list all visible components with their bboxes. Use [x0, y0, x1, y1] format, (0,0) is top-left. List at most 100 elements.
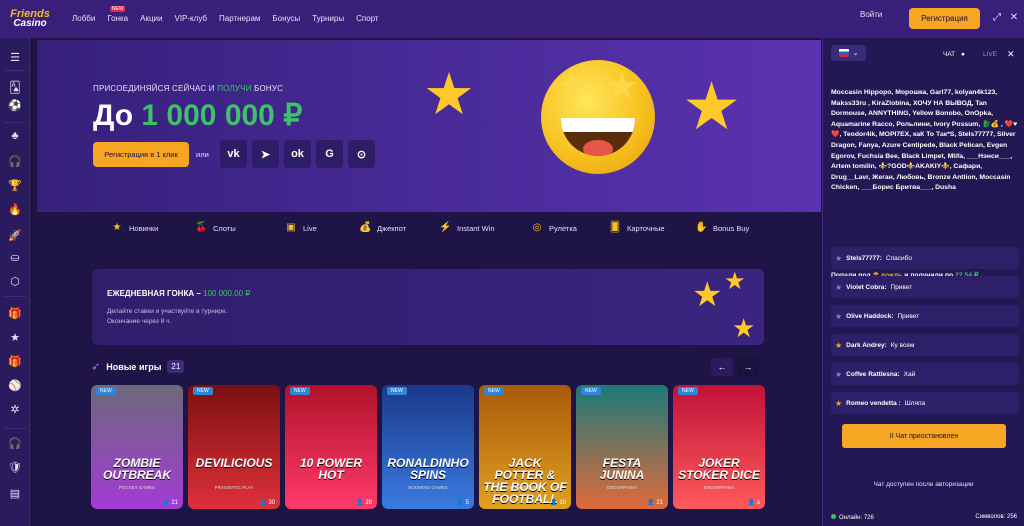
- new-games-header: ➶ Новые игры 21: [91, 360, 185, 373]
- login-button[interactable]: Войти: [860, 10, 882, 19]
- game-card[interactable]: NEW JOKER STOKER DICE ENDORPHINA 👤 5: [673, 385, 765, 509]
- telegram-icon[interactable]: ➤: [252, 140, 279, 168]
- game-card[interactable]: NEW FESTA JUNINA ENDORPHINA 👤 21: [576, 385, 668, 509]
- chat-username[interactable]: Olive Haddock:: [846, 313, 893, 320]
- star-decoration-icon: ★: [732, 313, 756, 343]
- nav-item[interactable]: Спорт: [350, 0, 385, 38]
- player-count: 👤 5: [456, 500, 469, 506]
- tab-chat[interactable]: ЧАТ: [943, 51, 955, 58]
- category-label: Новинки: [129, 223, 159, 233]
- game-card[interactable]: NEW JACK POTTER & THE BOOK OF FOOTBALL WIP…: [479, 385, 571, 509]
- star-icon[interactable]: ★: [7, 330, 23, 346]
- game-card[interactable]: NEW 10 POWER HOT 👤 28: [285, 385, 377, 509]
- soccer-icon[interactable]: ⚽: [7, 98, 23, 114]
- game-title: 10 POWER HOT: [299, 456, 362, 482]
- sport-icon[interactable]: ⚾: [7, 378, 23, 394]
- nav-item[interactable]: Лобби: [66, 0, 101, 38]
- support-icon[interactable]: 🎧: [7, 436, 23, 452]
- new-badge: NEW: [193, 387, 213, 395]
- hex-icon[interactable]: ⬡: [7, 274, 23, 290]
- menu-icon[interactable]: ☰: [7, 50, 23, 66]
- language-selector[interactable]: ⌄: [831, 45, 866, 61]
- cherry-icon: 🍒: [195, 222, 208, 233]
- rank-star-icon: ★: [835, 369, 843, 379]
- tab-live[interactable]: LIVE: [983, 51, 997, 58]
- chat-username[interactable]: Stels77777:: [846, 255, 882, 262]
- left-sidebar: ☰ 🂡 ⚽ ♣ 🎧 🏆 🔥 🚀 ⛀ ⬡ 🎁 ★ 🎁 ⚾ ✲ 🎧 🛡 ▤: [0, 38, 30, 526]
- register-button[interactable]: Регистрация: [909, 8, 980, 29]
- nav-item[interactable]: Акции: [134, 0, 168, 38]
- nav-item[interactable]: Турниры: [306, 0, 350, 38]
- chat-paused-button[interactable]: II Чат приостановлен: [842, 424, 1006, 448]
- prev-arrow-button[interactable]: ←: [711, 358, 733, 376]
- expand-icon[interactable]: ⤢: [991, 12, 1003, 24]
- ok-icon[interactable]: ok: [284, 140, 311, 168]
- star-decoration-icon: ★: [423, 62, 475, 127]
- game-card[interactable]: NEW ZOMBIE OUTBREAK POCKET GAMES 👤 21: [91, 385, 183, 509]
- nav-item[interactable]: VIP-клуб: [169, 0, 214, 38]
- chat-username[interactable]: Romeo vendetta :: [846, 400, 901, 407]
- gift-icon[interactable]: 🎁: [7, 306, 23, 322]
- rocket-icon: ➶: [91, 361, 101, 373]
- game-provider: WIPPART GAMES: [506, 485, 544, 490]
- shield-icon[interactable]: 🛡: [7, 460, 23, 476]
- chars-count: Символов: 256: [975, 514, 1017, 520]
- fire-icon[interactable]: 🔥: [7, 202, 23, 218]
- trophy-icon[interactable]: 🏆: [7, 178, 23, 194]
- game-provider: PRAGMATIC PLAY: [214, 485, 254, 490]
- hero-amount: До 1 000 000 ₽: [93, 99, 303, 132]
- player-count: 👤 21: [647, 500, 663, 506]
- category-roulette[interactable]: ◎ Рулетка: [531, 222, 577, 234]
- logo[interactable]: Friends Casino: [0, 0, 60, 38]
- close-chat-icon[interactable]: ✕: [1007, 49, 1015, 60]
- category-cherry[interactable]: 🍒 Слоты: [195, 222, 236, 234]
- chat-text: Ку всем: [890, 341, 915, 349]
- daily-race-banner[interactable]: ЕЖЕДНЕВНАЯ ГОНКА – 100 000.00 ₽ Делайте …: [92, 269, 764, 345]
- rocket-icon[interactable]: 🚀: [7, 228, 23, 244]
- roulette-icon: ◎: [532, 222, 542, 233]
- nav-item-label: Партнерам: [219, 14, 261, 23]
- race-title: ЕЖЕДНЕВНАЯ ГОНКА – 100 000.00 ₽: [107, 289, 251, 298]
- new-badge: NEW: [678, 387, 698, 395]
- chat-username[interactable]: Coffee Rattlesna:: [846, 371, 899, 378]
- game-provider: BOOMING GAMES: [408, 485, 448, 490]
- games-icon[interactable]: ♣: [7, 128, 23, 144]
- emoji-mouth: [561, 118, 635, 156]
- steam-icon[interactable]: ⊙: [348, 140, 375, 168]
- google-icon[interactable]: G: [316, 140, 343, 168]
- new-games-count: 21: [167, 360, 185, 373]
- category-bolt[interactable]: ⚡ Instant Win: [439, 222, 495, 234]
- chat-username[interactable]: Dark Andrey:: [846, 342, 887, 349]
- nav-item[interactable]: Бонусы: [266, 0, 306, 38]
- category-card[interactable]: 🂠 Карточные: [609, 222, 665, 234]
- main-nav: Лобби Гонка NEW Акции VIP-клуб Партнерам Бонус…: [66, 0, 385, 38]
- chat-message: ★ Coffee Rattlesna: Хай: [831, 363, 1019, 385]
- chat-username[interactable]: Violet Cobra:: [846, 284, 886, 291]
- sparkle-icon[interactable]: ✲: [7, 402, 23, 418]
- chip-icon[interactable]: ⛀: [7, 250, 23, 266]
- category-live[interactable]: ▣ Live: [285, 222, 317, 234]
- category-label: Джекпот: [377, 223, 407, 233]
- present-icon[interactable]: 🎁: [7, 354, 23, 370]
- document-icon[interactable]: ▤: [7, 486, 23, 502]
- chat-bubble-icon: ●: [961, 51, 965, 58]
- nav-item-label: Акции: [140, 14, 163, 23]
- star-eye-icon: ★: [605, 66, 640, 108]
- category-moneybag[interactable]: 💰 Джекпот: [359, 222, 406, 234]
- nav-item[interactable]: Гонка NEW: [101, 0, 134, 38]
- one-click-register-button[interactable]: Регистрация в 1 клик: [93, 142, 189, 167]
- next-arrow-button[interactable]: →: [737, 358, 759, 376]
- game-card[interactable]: NEW DEVILICIOUS PRAGMATIC PLAY 👤 30: [188, 385, 280, 509]
- new-badge: NEW: [484, 387, 504, 395]
- category-star[interactable]: ★ Новинки: [111, 222, 159, 234]
- game-card[interactable]: NEW RONALDINHO SPINS BOOMING GAMES 👤 5: [382, 385, 474, 509]
- vk-icon[interactable]: vk: [220, 140, 247, 168]
- close-icon[interactable]: ✕: [1008, 12, 1020, 24]
- chat-login-note: Чат доступен после авторизации: [873, 481, 974, 488]
- nav-item[interactable]: Партнерам: [213, 0, 266, 38]
- top-navbar: Friends Casino Лобби Гонка NEW Акции VIP-клу…: [0, 0, 1024, 38]
- headset-icon[interactable]: 🎧: [7, 154, 23, 170]
- category-hand[interactable]: ✋ Bonus Buy: [695, 222, 749, 234]
- cards-icon[interactable]: 🂡: [7, 80, 23, 96]
- chat-message: ★ Violet Cobra: Привет: [831, 276, 1019, 298]
